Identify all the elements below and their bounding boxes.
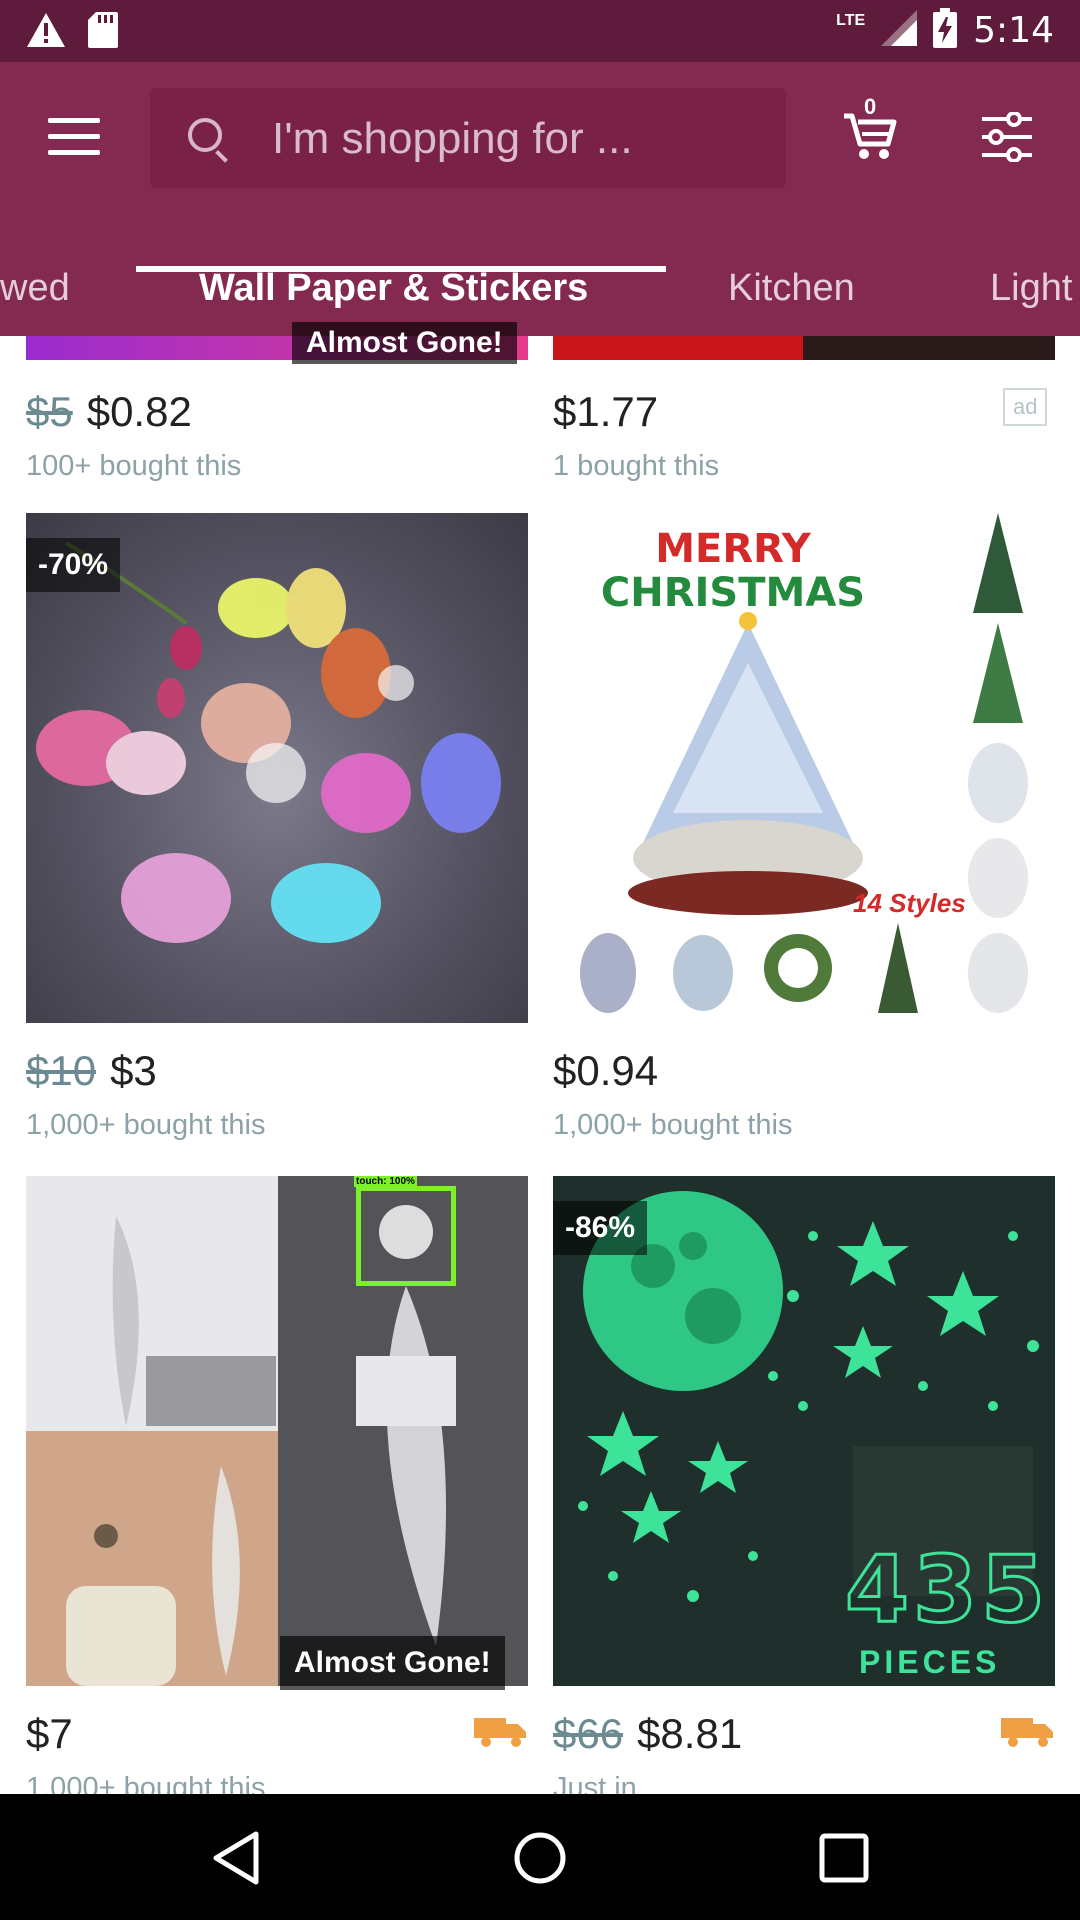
price: $7: [26, 1710, 73, 1757]
tab-kitchen[interactable]: Kitchen: [728, 252, 855, 336]
cart-button[interactable]: 0: [842, 94, 898, 162]
bought-count: 1 bought this: [553, 450, 720, 482]
search-input[interactable]: [270, 108, 754, 170]
system-nav-bar: [0, 1794, 1080, 1920]
cart-count: 0: [864, 94, 877, 119]
shipping-truck-icon: [474, 1718, 526, 1747]
image-text-styles: 14 Styles: [853, 888, 966, 918]
search-icon: [188, 118, 222, 152]
sliders-icon: [982, 111, 1032, 163]
price: $0.82: [86, 388, 192, 435]
bought-count: 1,000+ bought this: [553, 1109, 793, 1141]
price: $1.77: [553, 388, 659, 435]
network-type: LTE: [836, 11, 866, 29]
app-bar: 0 wed Wall Paper & Stickers Kitchen Ligh…: [0, 62, 1080, 336]
sd-card-icon: [88, 12, 118, 53]
almost-gone-badge: Almost Gone!: [280, 1636, 505, 1690]
signal-icon: [881, 10, 918, 51]
price-row: $66 $8.81: [553, 1710, 742, 1758]
product-image[interactable]: touch: 100%: [26, 1176, 528, 1686]
price: $8.81: [637, 1710, 743, 1757]
price-row: $1.77: [553, 388, 658, 436]
image-text-pieces: PIECES: [859, 1644, 1001, 1680]
category-tabs: wed Wall Paper & Stickers Kitchen Light: [0, 252, 1080, 336]
discount-badge: -86%: [553, 1201, 648, 1255]
warning-icon: [26, 12, 66, 53]
recents-button[interactable]: [816, 1830, 872, 1886]
recents-icon: [819, 1833, 869, 1883]
old-price: $66: [553, 1710, 624, 1757]
menu-icon[interactable]: [48, 118, 100, 158]
search-bar[interactable]: [150, 88, 786, 188]
old-price: $10: [26, 1047, 97, 1094]
bought-count: 1,000+ bought this: [26, 1109, 266, 1141]
bought-count: 100+ bought this: [26, 450, 242, 482]
price-row: $7: [26, 1710, 73, 1758]
image-text-435: 435: [843, 1535, 1050, 1645]
touch-indicator: [356, 1186, 456, 1286]
shipping-truck-icon: [1001, 1718, 1053, 1747]
status-bar: LTE 5:14: [0, 0, 1080, 62]
old-price: $5: [26, 388, 73, 435]
almost-gone-badge: Almost Gone!: [292, 322, 517, 364]
product-image[interactable]: MERRY CHRISTMAS 14 Styles: [553, 513, 1055, 1023]
battery-charging-icon: [933, 8, 958, 53]
price: $3: [110, 1047, 157, 1094]
touch-label: touch: 100%: [354, 1176, 417, 1187]
price: $0.94: [553, 1047, 659, 1094]
filter-button[interactable]: [980, 111, 1034, 163]
price-row: $0.94: [553, 1047, 658, 1095]
tab-wed[interactable]: wed: [0, 252, 70, 336]
back-icon: [213, 1831, 259, 1885]
product-image[interactable]: [553, 336, 1055, 360]
discount-badge: -70%: [26, 538, 121, 592]
tab-light[interactable]: Light: [990, 252, 1072, 336]
home-icon: [514, 1832, 566, 1884]
ad-label: ad: [1003, 388, 1048, 426]
price-row: $10 $3: [26, 1047, 157, 1095]
clock: 5:14: [973, 10, 1054, 51]
back-button[interactable]: [208, 1830, 264, 1886]
price-row: $5 $0.82: [26, 388, 192, 436]
tab-indicator: [136, 266, 666, 272]
home-button[interactable]: [512, 1830, 568, 1886]
